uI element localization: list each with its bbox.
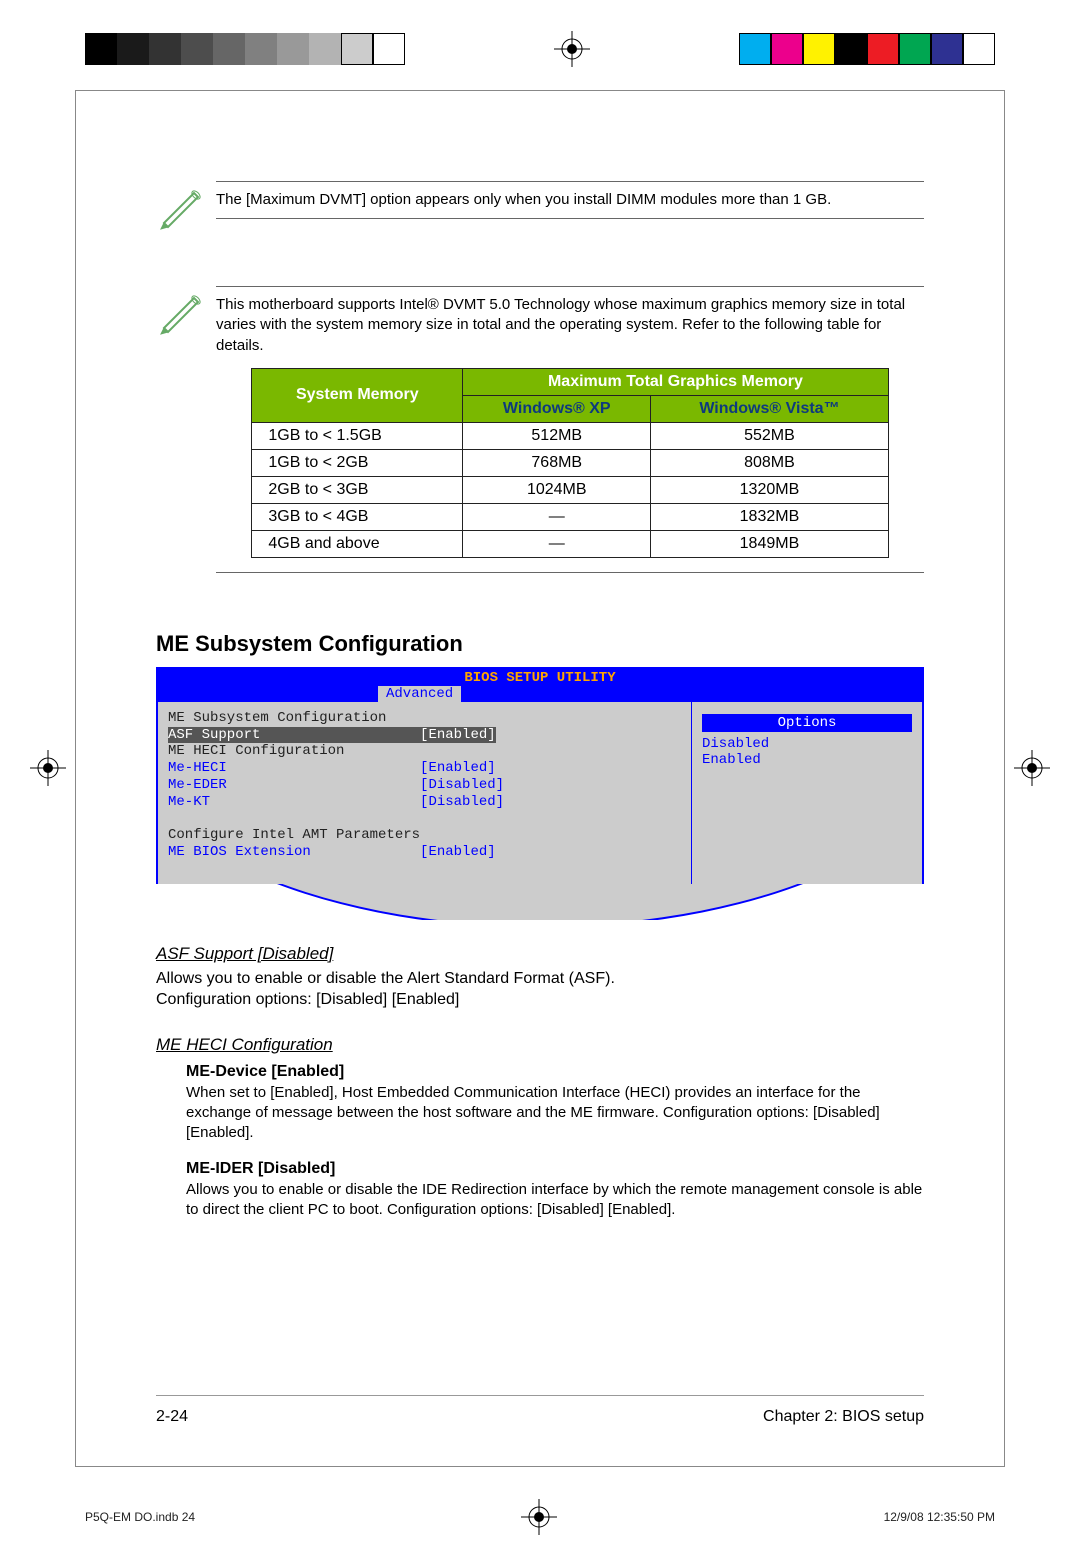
cell-vista: 552MB (651, 422, 888, 449)
cell-xp: — (463, 530, 651, 557)
me-ider-title: ME-IDER [Disabled] (186, 1160, 924, 1178)
cell-sys: 1GB to < 1.5GB (252, 422, 463, 449)
registration-mark-right (1014, 750, 1050, 786)
note-2: This motherboard supports Intel® DVMT 5.… (156, 286, 924, 581)
heading-me-heci: ME HECI Configuration (156, 1035, 924, 1055)
cell-xp: 512MB (463, 422, 651, 449)
page-number: 2-24 (156, 1408, 188, 1426)
th-win-vista: Windows® Vista™ (651, 395, 888, 422)
cell-xp: 1024MB (463, 476, 651, 503)
bios-option: Enabled (702, 752, 912, 768)
me-ider-body: Allows you to enable or disable the IDE … (186, 1180, 924, 1221)
note-2-text: This motherboard supports Intel® DVMT 5.… (216, 286, 924, 356)
registration-mark-left (30, 750, 66, 786)
pen-note-icon (156, 181, 216, 236)
graphics-memory-table: System Memory Maximum Total Graphics Mem… (251, 368, 888, 558)
th-win-xp: Windows® XP (463, 395, 651, 422)
me-device-title: ME-Device [Enabled] (186, 1063, 924, 1081)
page-frame: The [Maximum DVMT] option appears only w… (75, 90, 1005, 1467)
heading-asf-support: ASF Support [Disabled] (156, 944, 924, 964)
table-row: 4GB and above—1849MB (252, 530, 888, 557)
cell-sys: 2GB to < 3GB (252, 476, 463, 503)
bios-title-bar: BIOS SETUP UTILITY Advanced (158, 669, 922, 702)
th-max-graphics: Maximum Total Graphics Memory (463, 368, 888, 395)
note-1: The [Maximum DVMT] option appears only w… (156, 181, 924, 236)
print-file-label: P5Q-EM DO.indb 24 (85, 1510, 195, 1524)
color-swatches (739, 33, 995, 65)
cell-xp: — (463, 503, 651, 530)
cell-vista: 1832MB (651, 503, 888, 530)
asf-body: Allows you to enable or disable the Aler… (156, 968, 924, 1011)
section-heading-me-subsystem: ME Subsystem Configuration (156, 631, 924, 657)
bios-screenshot: BIOS SETUP UTILITY Advanced ME Subsystem… (156, 667, 924, 894)
bios-left-panel: ME Subsystem Configuration ASF Support [… (158, 702, 692, 892)
bios-bottom-curve (156, 884, 924, 920)
print-timestamp: 12/9/08 12:35:50 PM (884, 1510, 995, 1524)
crop-marks-top (85, 30, 995, 68)
bios-options-header: Options (702, 714, 912, 732)
cell-vista: 808MB (651, 449, 888, 476)
registration-mark-top (554, 31, 590, 67)
cell-xp: 768MB (463, 449, 651, 476)
cell-sys: 3GB to < 4GB (252, 503, 463, 530)
cell-vista: 1320MB (651, 476, 888, 503)
table-row: 3GB to < 4GB—1832MB (252, 503, 888, 530)
me-device-body: When set to [Enabled], Host Embedded Com… (186, 1083, 924, 1144)
chapter-label: Chapter 2: BIOS setup (763, 1408, 924, 1426)
bios-option: Disabled (702, 736, 912, 752)
bios-tab-advanced: Advanced (378, 686, 461, 702)
cell-sys: 4GB and above (252, 530, 463, 557)
note-1-text: The [Maximum DVMT] option appears only w… (216, 181, 924, 219)
table-row: 2GB to < 3GB1024MB1320MB (252, 476, 888, 503)
cell-vista: 1849MB (651, 530, 888, 557)
crop-marks-bottom: P5Q-EM DO.indb 24 12/9/08 12:35:50 PM (85, 1507, 995, 1527)
grayscale-swatches (85, 33, 405, 65)
table-row: 1GB to < 1.5GB512MB552MB (252, 422, 888, 449)
page-footer: 2-24 Chapter 2: BIOS setup (156, 1395, 924, 1426)
table-row: 1GB to < 2GB768MB808MB (252, 449, 888, 476)
registration-mark-bottom (521, 1499, 557, 1535)
bios-right-panel: Options DisabledEnabled (692, 702, 922, 892)
th-system-memory: System Memory (252, 368, 463, 422)
cell-sys: 1GB to < 2GB (252, 449, 463, 476)
pen-note-icon (156, 286, 216, 341)
bios-title-text: BIOS SETUP UTILITY (464, 670, 615, 686)
